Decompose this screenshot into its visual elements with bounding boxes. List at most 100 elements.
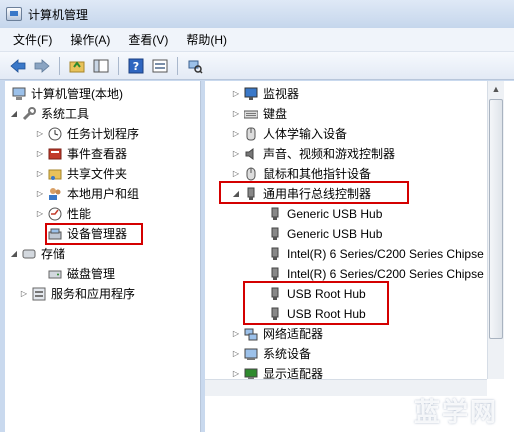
window-title: 计算机管理: [28, 7, 89, 22]
collapsed-arrow-icon[interactable]: ▷: [35, 184, 45, 204]
usb-device-icon: [267, 246, 283, 262]
device-category-keyboards[interactable]: ▷ 键盘: [231, 104, 287, 124]
services-icon: [31, 286, 47, 302]
forward-arrow-icon[interactable]: [32, 56, 52, 76]
usb-device-item[interactable]: Generic USB Hub: [265, 224, 382, 244]
tree-label: 计算机管理(本地): [31, 87, 123, 101]
usb-device-item[interactable]: Generic USB Hub: [265, 204, 382, 224]
up-folder-icon[interactable]: [67, 56, 87, 76]
menu-bar: 文件(F) 操作(A) 查看(V) 帮助(H): [0, 28, 514, 52]
event-viewer-icon: [47, 146, 63, 162]
network-adapter-icon: [243, 326, 259, 342]
tree-label: 性能: [67, 207, 92, 221]
tree-item-local-users[interactable]: ▷ 本地用户和组: [35, 184, 139, 204]
device-label: 系统设备: [263, 347, 312, 361]
title-bar: 计算机管理: [0, 0, 514, 28]
device-label: Generic USB Hub: [287, 207, 383, 221]
computer-icon: [11, 86, 27, 102]
device-label: 监视器: [263, 87, 300, 101]
device-category-sound[interactable]: ▷ 声音、视频和游戏控制器: [231, 144, 395, 164]
collapsed-arrow-icon[interactable]: ▷: [231, 344, 241, 364]
vertical-scrollbar[interactable]: ▲: [487, 81, 504, 379]
usb-device-icon: [267, 226, 283, 242]
performance-icon: [47, 206, 63, 222]
toolbar-separator: [59, 56, 60, 75]
scroll-up-icon[interactable]: ▲: [488, 81, 504, 97]
tree-label: 服务和应用程序: [51, 287, 136, 301]
device-label: 网络适配器: [263, 327, 324, 341]
tree-label: 本地用户和组: [67, 187, 140, 201]
tree-item-storage[interactable]: ◢ 存储: [9, 244, 65, 264]
tree-item-disk-management[interactable]: 磁盘管理: [45, 264, 115, 284]
device-label: 键盘: [263, 107, 288, 121]
hid-icon: [243, 126, 259, 142]
collapsed-arrow-icon[interactable]: ▷: [231, 324, 241, 344]
collapsed-arrow-icon[interactable]: ▷: [35, 124, 45, 144]
console-tree: 计算机管理(本地) ◢ 系统工具 ▷ 任务计划程序 ▷ 事件查看器 ▷ 共享文件…: [5, 81, 201, 432]
toolbar-separator: [118, 56, 119, 75]
tree-item-shared-folders[interactable]: ▷ 共享文件夹: [35, 164, 127, 184]
computer-management-icon: [6, 7, 22, 21]
scan-hardware-icon[interactable]: [185, 56, 205, 76]
tree-label: 系统工具: [41, 107, 90, 121]
system-device-icon: [243, 346, 259, 362]
menu-file[interactable]: 文件(F): [4, 29, 61, 50]
monitor-icon: [243, 86, 259, 102]
toolbar-separator: [177, 56, 178, 75]
tree-item-event-viewer[interactable]: ▷ 事件查看器: [35, 144, 127, 164]
tree-label: 任务计划程序: [67, 127, 140, 141]
tree-label: 共享文件夹: [67, 167, 128, 181]
collapsed-arrow-icon[interactable]: ▷: [231, 124, 241, 144]
device-label: 声音、视频和游戏控制器: [263, 147, 396, 161]
storage-icon: [21, 246, 37, 262]
tree-item-root[interactable]: 计算机管理(本地): [9, 84, 123, 104]
shared-folder-icon: [47, 166, 63, 182]
expanded-arrow-icon[interactable]: ◢: [9, 244, 19, 264]
scroll-thumb[interactable]: [489, 99, 503, 339]
collapsed-arrow-icon[interactable]: ▷: [35, 204, 45, 224]
usb-device-icon: [267, 206, 283, 222]
usb-controllers-highlight: [219, 181, 409, 204]
collapsed-arrow-icon[interactable]: ▷: [231, 104, 241, 124]
collapsed-arrow-icon[interactable]: ▷: [19, 284, 29, 304]
usb-root-hub-highlight: [243, 281, 389, 325]
properties-icon[interactable]: [150, 56, 170, 76]
tree-label: 磁盘管理: [67, 267, 116, 281]
collapsed-arrow-icon[interactable]: ▷: [231, 144, 241, 164]
menu-view[interactable]: 查看(V): [119, 29, 177, 50]
users-icon: [47, 186, 63, 202]
device-manager-highlight: [45, 223, 143, 245]
toolbar: ?: [0, 52, 514, 80]
expanded-arrow-icon[interactable]: ◢: [9, 104, 19, 124]
back-arrow-icon[interactable]: [8, 56, 28, 76]
show-hide-tree-icon[interactable]: [91, 56, 111, 76]
device-category-monitors[interactable]: ▷ 监视器: [231, 84, 299, 104]
collapsed-arrow-icon[interactable]: ▷: [35, 144, 45, 164]
svg-text:?: ?: [133, 60, 139, 73]
watermark-text: 蓝学网: [414, 398, 499, 428]
disk-icon: [47, 266, 63, 282]
tree-label: 存储: [41, 247, 66, 261]
collapsed-arrow-icon[interactable]: ▷: [35, 164, 45, 184]
collapsed-arrow-icon[interactable]: ▷: [231, 84, 241, 104]
device-label: Intel(R) 6 Series/C200 Series Chipse: [287, 247, 484, 261]
help-icon[interactable]: ?: [126, 56, 146, 76]
device-label: 人体学输入设备: [263, 127, 348, 141]
watermark-logo-icon: [378, 395, 408, 426]
usb-device-icon: [267, 266, 283, 282]
tree-item-services-apps[interactable]: ▷ 服务和应用程序: [19, 284, 135, 304]
usb-device-item[interactable]: Intel(R) 6 Series/C200 Series Chipse: [265, 244, 484, 264]
device-category-network[interactable]: ▷ 网络适配器: [231, 324, 323, 344]
tree-item-performance[interactable]: ▷ 性能: [35, 204, 91, 224]
tree-item-task-scheduler[interactable]: ▷ 任务计划程序: [35, 124, 139, 144]
watermark: 蓝学网: [378, 392, 498, 429]
tools-icon: [21, 106, 37, 122]
keyboard-icon: [243, 106, 259, 122]
clock-icon: [47, 126, 63, 142]
device-label: Generic USB Hub: [287, 227, 383, 241]
tree-item-system-tools[interactable]: ◢ 系统工具: [9, 104, 89, 124]
device-category-hid[interactable]: ▷ 人体学输入设备: [231, 124, 347, 144]
menu-action[interactable]: 操作(A): [61, 29, 119, 50]
device-category-system[interactable]: ▷ 系统设备: [231, 344, 311, 364]
menu-help[interactable]: 帮助(H): [177, 29, 236, 50]
